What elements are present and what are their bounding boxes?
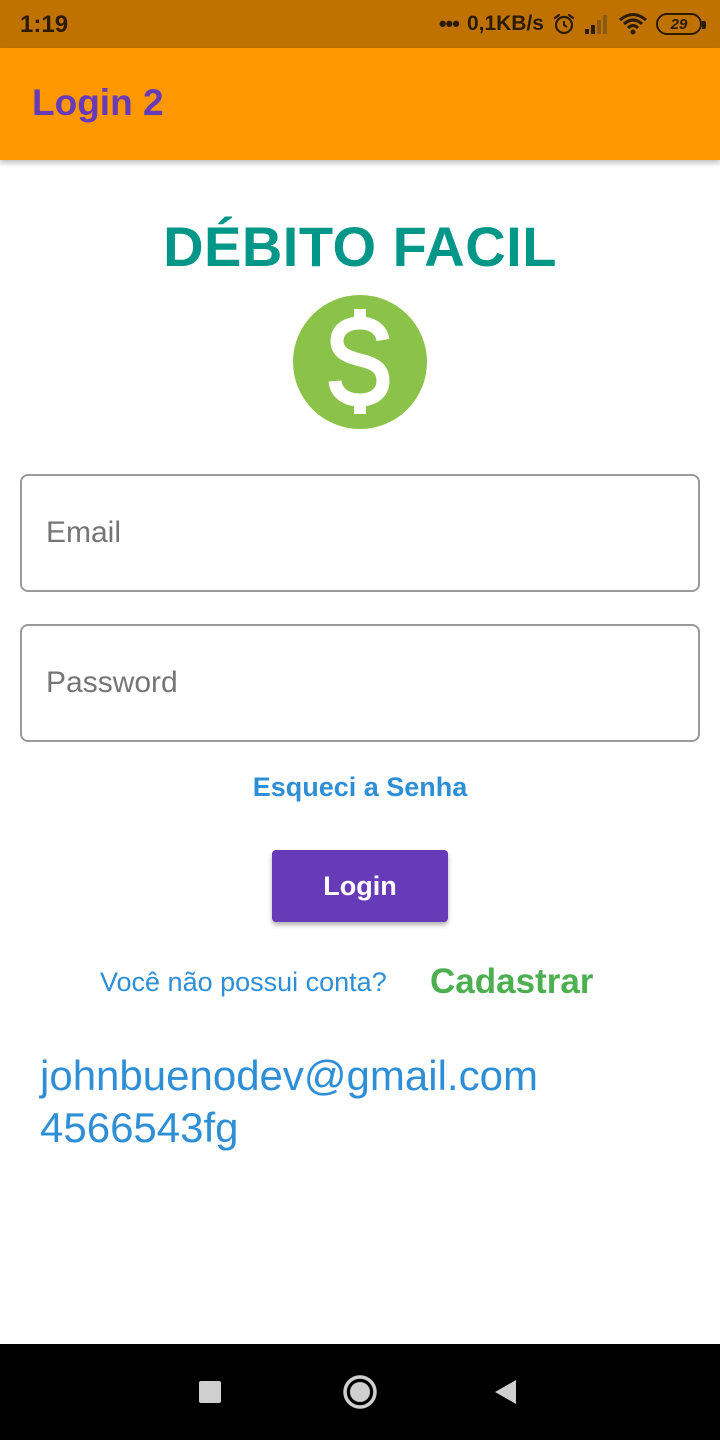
dollar-circle-icon [293,295,427,429]
battery-level: 29 [670,15,688,33]
status-icons: ••• 0,1KB/s 29 [438,8,706,40]
battery-tip [702,21,706,29]
network-speed: 0,1KB/s [466,12,544,35]
password-input[interactable] [22,626,698,740]
circle-icon [343,1375,377,1409]
wifi-icon [618,12,648,36]
recents-button[interactable] [190,1372,230,1412]
signup-link[interactable]: Cadastrar [430,962,593,1002]
debug-password-text: 4566543fg [40,1104,239,1151]
status-bar: 1:19 ••• 0,1KB/s 29 [0,0,720,48]
alarm-icon [552,12,576,36]
email-input[interactable] [22,476,698,590]
signup-row: Você não possui conta? Cadastrar [0,962,720,1006]
app-bar: Login 2 [0,48,720,160]
back-button[interactable] [486,1372,526,1412]
forgot-password-link[interactable]: Esqueci a Senha [0,772,720,803]
debug-email-text: johnbuenodev@gmail.com [40,1052,538,1099]
signal-icon [584,13,610,35]
square-icon [199,1381,221,1403]
battery-icon: 29 [656,13,706,35]
home-button[interactable] [340,1372,380,1412]
triangle-back-icon [495,1380,516,1404]
screen: 1:19 ••• 0,1KB/s 29 Login 2 DÉBITO FACIL [0,0,720,1440]
navigation-bar [0,1344,720,1440]
no-account-text: Você não possui conta? [100,967,387,997]
brand-title: DÉBITO FACIL [163,215,557,278]
app-bar-title: Login 2 [32,82,164,123]
login-button[interactable]: Login [272,850,448,922]
status-time: 1:19 [20,11,69,38]
email-field-container [20,474,700,592]
notification-dots: ••• [438,11,460,36]
password-field-container [20,624,700,742]
